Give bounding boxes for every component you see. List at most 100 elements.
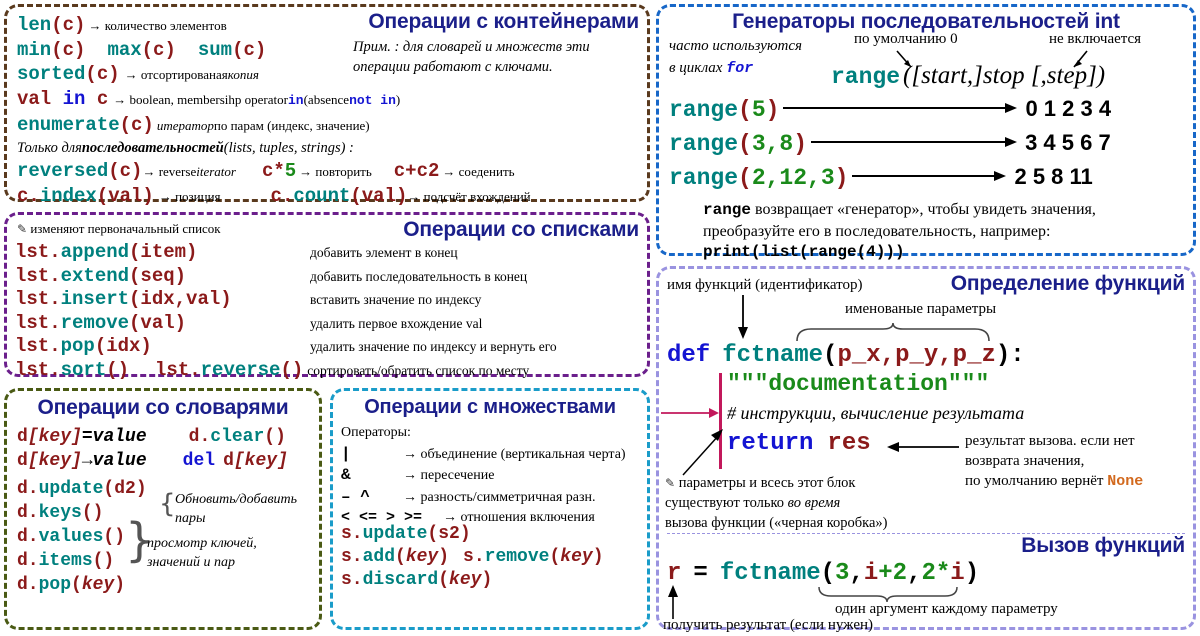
row-sequences-note: Только для последовательностей (lists, t… — [17, 138, 531, 159]
set-discard-fn: discard — [362, 570, 439, 590]
dict-update-obj: d. — [17, 479, 39, 499]
containers-lines: len (c) → количество элементов min (c) m… — [17, 13, 531, 209]
dict-get-arrow: → — [81, 451, 93, 471]
remove-obj: lst. — [15, 311, 61, 334]
python-cheatsheet: Операции с контейнерами Прим. : для слов… — [0, 0, 1200, 636]
remove-arg: (val) — [129, 311, 187, 334]
dict-keys-arg: () — [81, 503, 104, 523]
row-dict-setitem: d [key] = value d. clear () — [17, 425, 288, 449]
repeat-code: c*5 — [261, 160, 297, 182]
row-val-in: val in c → boolean, membersihp operator … — [17, 87, 531, 113]
range-ex3-open: ( — [738, 165, 752, 191]
call-arg2-op: +2 — [878, 560, 908, 587]
range-exclusive-label: не включается — [1049, 31, 1142, 47]
range-ex3-fn: range — [669, 165, 739, 191]
set-remove-argclose: ) — [592, 547, 604, 567]
sets-operators-label: Операторы: — [341, 425, 411, 440]
range-example-row: range(5) 0 1 2 3 4 — [669, 95, 1111, 129]
funcdef-return: return res — [727, 429, 871, 459]
def-keyword: def — [667, 342, 711, 369]
set-op-difference-sym: – ^ — [341, 487, 370, 506]
sorted-arg: (c) — [85, 63, 120, 85]
range-ex2-fn: range — [669, 131, 739, 157]
scope-note-line1: ✎ параметры и всесь этот блок — [665, 475, 856, 491]
reversed-desc: → reverse — [142, 164, 197, 179]
range-ex2-result: 3 4 5 6 7 — [1025, 130, 1111, 155]
dict-get-key: [key] — [27, 451, 82, 471]
panel-title-funccall: Вызов функций — [1021, 534, 1185, 557]
lists-rows: lst.append(item) добавить элемент в коне… — [15, 241, 557, 382]
count-obj: c. — [270, 185, 294, 207]
insert-obj: lst. — [15, 288, 61, 310]
set-update-arg: (s2) — [427, 524, 471, 544]
row-index-count: c. index (val) → позиция c. count (val) … — [17, 184, 531, 209]
range-ex2-close: ) — [793, 131, 808, 157]
dict-del-obj: d — [223, 451, 234, 471]
funcdef-indent-arrow-icon — [661, 408, 719, 418]
lists-modify-note: ✎ изменяют первоначальный список — [17, 221, 221, 236]
dict-values-obj: d. — [17, 527, 39, 547]
row-len: len (c) → количество элементов — [17, 13, 531, 38]
dict-get-obj: d — [17, 451, 28, 471]
row-dict-getitem: d [key] → value del d [key] — [17, 449, 288, 473]
for-keyword: for — [726, 60, 754, 77]
remove-desc: удалить первое вхождение val — [310, 315, 483, 331]
pop-fn: pop — [60, 335, 95, 357]
sum-fn: sum — [197, 39, 233, 61]
list-item: lst.extend(seq) добавить последовательно… — [15, 265, 557, 289]
row-enumerate: enumerate (c) итератор по парам (индекс,… — [17, 113, 531, 138]
min-fn: min — [17, 39, 52, 61]
index-fn: index — [39, 185, 97, 207]
max-arg: (c) — [141, 39, 176, 61]
call-comma2: , — [907, 560, 922, 587]
scope-note-line2: существуют только во время — [665, 495, 841, 511]
list-item: lst.sort() lst.reverse() сортировать/обр… — [15, 359, 557, 383]
range-usage-note: часто используются в циклах for — [669, 38, 802, 77]
panel-dict-operations: Операции со словарями d [key] = value d.… — [4, 388, 322, 630]
pencil-icon: ✎ — [17, 222, 28, 236]
append-arg: (item) — [129, 241, 198, 263]
index-obj: c. — [17, 185, 40, 207]
sort-obj: lst. — [15, 358, 61, 381]
list-item: lst.insert(idx,val) вставить значение по… — [15, 288, 557, 312]
return-note-arrow-icon — [887, 442, 959, 452]
seq-note-b: последовательностей — [81, 140, 224, 156]
sorted-desc: → отсортированая — [124, 67, 228, 82]
dict-pop-argclose: ) — [114, 575, 126, 595]
set-add-argopen: ( — [395, 547, 406, 567]
dict-set-value: value — [92, 427, 147, 447]
def-paren-open: ( — [823, 342, 838, 369]
set-discard-argclose: ) — [481, 570, 493, 590]
enumerate-desc: по парам (индекс, значение) — [213, 118, 370, 133]
sets-operators: Операторы: | → объединение (вертикальная… — [341, 423, 626, 529]
set-op-intersect-sym: & — [341, 466, 351, 484]
dict-items-fn: items — [38, 551, 93, 571]
return-note: результат вызова. если нет возврата знач… — [965, 433, 1144, 490]
dict-update-fn: update — [38, 479, 104, 499]
remove-fn: remove — [60, 311, 130, 334]
repeat-desc: → повторить — [299, 164, 372, 179]
reverse-obj: lst. — [155, 358, 201, 381]
range-footnote-code: print(list(range(4))) — [703, 243, 905, 261]
set-update-fn: update — [362, 524, 428, 544]
return-value: res — [827, 430, 871, 457]
count-fn: count — [293, 185, 351, 207]
panel-function-definition: Определение функций имя функций (идентиф… — [656, 266, 1196, 633]
funcdef-docstring: """documentation""" — [727, 371, 990, 397]
none-literal: None — [1107, 473, 1144, 490]
sum-arg: (c) — [232, 39, 267, 61]
dict-clear-fn: clear — [210, 427, 265, 447]
row-set-update: s. update (s2) — [341, 523, 604, 546]
val-notin-kw: not in — [349, 93, 396, 108]
set-add-argclose: ) — [438, 547, 450, 567]
set-add-key: key — [405, 547, 439, 567]
seq-note-c: (lists, tuples, strings) : — [223, 140, 354, 156]
insert-desc: вставить значение по индексу — [310, 292, 482, 307]
pop-arg: (idx) — [94, 335, 152, 357]
range-ex1-open: ( — [738, 97, 752, 123]
funcdef-comment: # инструкции, вычисление результата — [727, 403, 1025, 423]
range-footnote-line1: range возвращает «генератор», чтобы увид… — [703, 201, 1096, 219]
range-ex3-close: ) — [834, 165, 849, 191]
dict-values-arg: () — [103, 527, 126, 547]
extend-desc: добавить последовательность в конец — [310, 268, 528, 284]
